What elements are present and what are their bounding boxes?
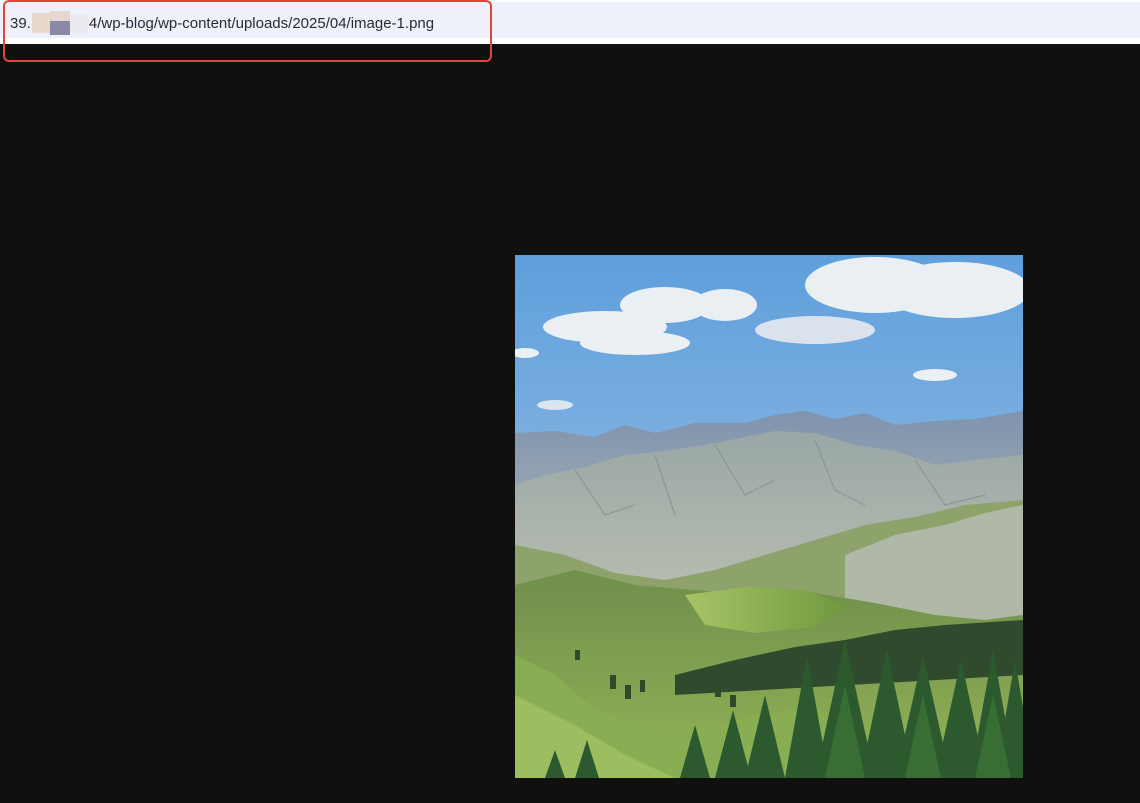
landscape-photo [515,255,1023,778]
